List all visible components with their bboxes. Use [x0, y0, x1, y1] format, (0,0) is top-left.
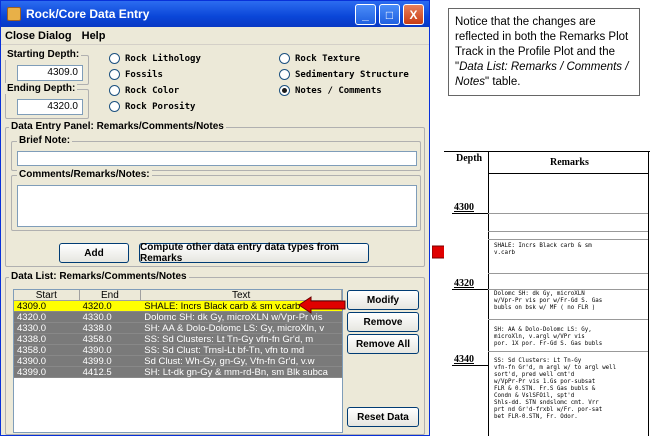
radio-dot	[109, 53, 120, 64]
rock-core-data-entry-window: Rock/Core Data Entry _ □ X Close Dialog …	[0, 0, 430, 436]
table-header: Start End Text	[14, 290, 342, 301]
menu-help[interactable]: Help	[82, 30, 106, 42]
starting-depth-field[interactable]: 4309.0	[17, 65, 83, 81]
grid-line	[488, 351, 648, 352]
data-list-title: Data List: Remarks/Comments/Notes	[9, 271, 189, 282]
depth-tick	[452, 213, 488, 214]
grid-line	[488, 239, 648, 240]
radio-dot	[109, 69, 120, 80]
depth-header: Depth	[456, 153, 483, 164]
remark-text: SS: Sd Clusters: Lt Tn-Gy vfn-fn Gr'd, m…	[494, 358, 617, 420]
comments-label: Comments/Remarks/Notes:	[17, 169, 152, 180]
menu-bar: Close Dialog Help	[1, 27, 429, 45]
ending-depth-label: Ending Depth:	[5, 83, 78, 94]
depth-label-4300: 4300	[454, 202, 474, 213]
annotation-note: Notice that the changes are reflected in…	[448, 8, 640, 96]
grid-line	[488, 289, 648, 290]
data-list-table: Start End Text 4309.0 4320.0 SHALE: Incrs …	[13, 289, 343, 433]
ending-depth-field[interactable]: 4320.0	[17, 99, 83, 115]
remark-text: SH: AA & Dolo-Dolomc LS: Gy, microXln, v…	[494, 327, 603, 347]
close-button[interactable]: X	[403, 4, 424, 25]
table-row[interactable]: 4358.0 4390.0 SS: Sd Clust: Trnsl-Lt bf-Tn…	[14, 345, 342, 356]
comments-textarea[interactable]	[17, 185, 417, 227]
minimize-button[interactable]: _	[355, 4, 376, 25]
grid-line	[488, 273, 648, 274]
radio-dot	[279, 53, 290, 64]
remarks-header: Remarks	[550, 157, 589, 168]
grid-line	[488, 231, 648, 232]
profile-plot: Depth Remarks 4300 4320 4340 SHALE: Incr…	[444, 147, 650, 436]
col-end[interactable]: End	[80, 290, 142, 301]
depth-tick	[452, 289, 488, 290]
depth-label-4340: 4340	[454, 354, 474, 365]
radio-dot	[109, 85, 120, 96]
menu-close-dialog[interactable]: Close Dialog	[5, 30, 72, 42]
compute-button[interactable]: Compute other data entry data types from…	[139, 242, 369, 264]
modify-button[interactable]: Modify	[347, 290, 419, 310]
plot-top-border	[444, 151, 650, 152]
brief-note-label: Brief Note:	[17, 135, 73, 146]
radio-rock-lithology[interactable]: Rock Lithology	[109, 53, 201, 64]
radio-dot-selected	[279, 85, 290, 96]
add-button[interactable]: Add	[59, 243, 129, 263]
reset-data-button[interactable]: Reset Data	[347, 407, 419, 427]
table-row[interactable]: 4390.0 4399.0 Sd Clust: Wh-Gy, gn-Gy, Vfn-…	[14, 356, 342, 367]
radio-fossils[interactable]: Fossils	[109, 69, 163, 80]
remark-text: SHALE: Incrs Black carb & sm v.carb	[494, 243, 592, 256]
track-border	[488, 151, 489, 436]
radio-rock-color[interactable]: Rock Color	[109, 85, 179, 96]
data-entry-panel-title: Data Entry Panel: Remarks/Comments/Notes	[9, 121, 226, 132]
radio-rock-porosity[interactable]: Rock Porosity	[109, 101, 195, 112]
grid-line	[488, 213, 648, 214]
remove-all-button[interactable]: Remove All	[347, 334, 419, 354]
depth-tick	[452, 365, 488, 366]
window-title: Rock/Core Data Entry	[26, 7, 150, 21]
radio-notes-comments[interactable]: Notes / Comments	[279, 85, 382, 96]
col-start[interactable]: Start	[14, 290, 80, 301]
radio-dot	[109, 101, 120, 112]
title-bar[interactable]: Rock/Core Data Entry _ □ X	[1, 1, 429, 27]
table-row[interactable]: 4320.0 4330.0 Dolomc SH: dk Gy, microXLN w…	[14, 312, 342, 323]
starting-depth-label: Starting Depth:	[5, 49, 82, 60]
remark-text: Dolomc SH: dk Gy, microXLN w/Vpr-Pr vis …	[494, 291, 603, 311]
header-divider	[488, 173, 648, 174]
remove-button[interactable]: Remove	[347, 312, 419, 332]
depth-label-4320: 4320	[454, 278, 474, 289]
highlight-arrow-icon	[298, 296, 346, 314]
brief-note-input[interactable]	[17, 151, 417, 166]
maximize-button[interactable]: □	[379, 4, 400, 25]
radio-dot	[279, 69, 290, 80]
radio-rock-texture[interactable]: Rock Texture	[279, 53, 360, 64]
grid-line	[488, 319, 648, 320]
app-icon	[7, 7, 21, 21]
track-border	[648, 151, 649, 436]
table-row[interactable]: 4330.0 4338.0 SH: AA & Dolo-Dolomc LS: Gy,…	[14, 323, 342, 334]
table-row[interactable]: 4309.0 4320.0 SHALE: Incrs Black carb & sm…	[14, 301, 342, 312]
table-row[interactable]: 4338.0 4358.0 SS: Sd Clusters: Lt Tn-Gy vf…	[14, 334, 342, 345]
table-row[interactable]: 4399.0 4412.5 SH: Lt-dk gn-Gy & mm-rd-Bn, …	[14, 367, 342, 378]
radio-sedimentary-structure[interactable]: Sedimentary Structure	[279, 69, 409, 80]
